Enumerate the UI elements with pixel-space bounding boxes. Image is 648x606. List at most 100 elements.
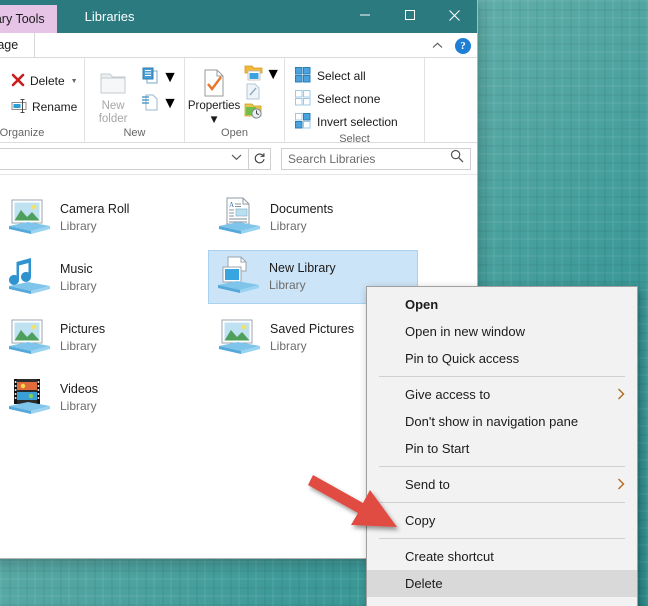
list-item-name: Camera Roll	[60, 202, 130, 217]
chevron-right-icon	[617, 478, 625, 492]
ribbon-group-open: Properties ▼ ▼ Open	[185, 58, 285, 142]
list-item-name: Videos	[60, 382, 98, 397]
list-item-type: Library	[270, 339, 307, 354]
svg-text:A: A	[229, 201, 234, 209]
collapse-ribbon-button[interactable]	[429, 40, 446, 52]
menu-item-open[interactable]: Open	[367, 291, 637, 318]
invert-selection-icon	[295, 112, 311, 132]
list-item-name: Music	[60, 262, 93, 277]
search-input[interactable]: Search Libraries	[281, 147, 471, 170]
close-button[interactable]	[432, 0, 477, 30]
tab-manage[interactable]: Manage	[0, 32, 36, 58]
list-item-type: Library	[60, 339, 97, 354]
new-item-button[interactable]: ▼	[141, 66, 178, 90]
address-input[interactable]	[0, 147, 249, 170]
list-item[interactable]: Videos Library	[0, 372, 206, 424]
pictures-library-icon	[6, 316, 52, 360]
ribbon: to ▼ to ▼ Delete ▼	[0, 58, 477, 145]
videos-library-icon	[6, 376, 52, 420]
easy-access-icon	[141, 93, 160, 116]
list-item[interactable]: Camera Roll Library	[0, 192, 206, 244]
search-placeholder: Search Libraries	[288, 151, 376, 166]
open-folder-button[interactable]: ▼	[244, 65, 282, 84]
ribbon-group-label-select: Select	[339, 133, 370, 145]
ribbon-group-label-organize: Organize	[0, 127, 45, 139]
maximize-button[interactable]	[387, 0, 432, 30]
menu-separator	[379, 466, 625, 467]
invert-selection-label: Invert selection	[317, 115, 398, 129]
search-icon[interactable]	[450, 149, 464, 168]
generic-library-icon	[215, 255, 261, 299]
list-item-type: Library	[60, 399, 97, 414]
rename-button[interactable]: Rename	[6, 94, 83, 120]
pictures-library-icon	[216, 316, 262, 360]
new-folder-icon	[98, 66, 128, 100]
list-item[interactable]: Pictures Library	[0, 312, 206, 364]
rename-icon	[11, 98, 27, 116]
select-none-icon	[295, 89, 311, 109]
title-bar: Library Tools Libraries	[0, 0, 477, 33]
context-menu: Open Open in new window Pin to Quick acc…	[366, 286, 638, 606]
menu-item-pin-to-start[interactable]: Pin to Start	[367, 435, 637, 462]
chevron-down-icon: ▼	[265, 66, 282, 83]
delete-button[interactable]: Delete ▼	[6, 68, 83, 94]
contextual-tab-library-tools[interactable]: Library Tools	[0, 5, 57, 33]
delete-label: Delete	[29, 74, 65, 88]
menu-separator	[379, 502, 625, 503]
ribbon-group-select: Select all Select none Invert selection …	[285, 58, 425, 145]
menu-item-rename[interactable]: Rename	[367, 597, 637, 606]
history-button[interactable]	[244, 102, 281, 124]
chevron-down-icon: ▼	[208, 114, 220, 127]
list-item-type: Library	[269, 278, 306, 293]
menu-separator	[379, 376, 625, 377]
menu-item-open-in-new-window[interactable]: Open in new window	[367, 318, 637, 345]
list-item[interactable]: A Documents Library	[210, 192, 416, 244]
window-controls	[342, 0, 477, 33]
history-icon	[244, 102, 263, 124]
list-item-type: Library	[60, 279, 97, 294]
minimize-button[interactable]	[342, 0, 387, 30]
list-item-name: Pictures	[60, 322, 106, 337]
ribbon-group-organize: to ▼ to ▼ Delete ▼	[0, 58, 85, 142]
new-folder-button[interactable]: New folder	[91, 64, 135, 126]
delete-x-icon	[11, 73, 25, 90]
easy-access-button[interactable]: ▼	[141, 92, 178, 116]
refresh-button[interactable]	[249, 147, 271, 170]
ribbon-group-label-new: New	[123, 127, 146, 139]
select-all-label: Select all	[317, 69, 366, 83]
select-none-button[interactable]: Select none	[295, 88, 380, 110]
contextual-tab-label: Library Tools	[0, 12, 45, 26]
chevron-down-icon[interactable]	[231, 153, 242, 164]
ribbon-tools: ?	[429, 33, 471, 58]
properties-label: Properties	[187, 100, 241, 112]
menu-item-dont-show-in-navigation-pane[interactable]: Don't show in navigation pane	[367, 408, 637, 435]
help-button[interactable]: ?	[455, 37, 471, 54]
list-item-type: Library	[270, 219, 307, 234]
menu-item-give-access-to[interactable]: Give access to	[367, 381, 637, 408]
documents-library-icon: A	[216, 196, 262, 240]
invert-selection-button[interactable]: Invert selection	[295, 111, 398, 133]
menu-item-delete[interactable]: Delete	[367, 570, 637, 597]
window-title: Libraries	[84, 9, 135, 24]
menu-item-pin-to-quick-access[interactable]: Pin to Quick access	[367, 345, 637, 372]
music-library-icon	[6, 256, 52, 300]
menu-item-copy[interactable]: Copy	[367, 507, 637, 534]
list-item-name: Saved Pictures	[270, 322, 355, 337]
list-item[interactable]: Music Library	[0, 252, 206, 304]
list-item-name: Documents	[270, 202, 334, 217]
menu-item-create-shortcut[interactable]: Create shortcut	[367, 543, 637, 570]
edit-button[interactable]	[244, 83, 281, 103]
select-all-button[interactable]: Select all	[295, 65, 366, 87]
ribbon-group-label-open: Open	[221, 127, 248, 140]
ribbon-group-new: New folder ▼ ▼ New	[85, 58, 185, 142]
rename-label: Rename	[31, 100, 78, 114]
list-item-type: Library	[60, 219, 97, 234]
menu-separator	[379, 538, 625, 539]
chevron-down-icon: ▼	[70, 77, 78, 85]
ribbon-filler	[425, 58, 477, 142]
new-item-icon	[141, 67, 160, 90]
properties-button[interactable]: Properties ▼	[188, 64, 240, 127]
chevron-right-icon	[617, 388, 625, 402]
new-folder-label: New folder	[98, 100, 128, 126]
menu-item-send-to[interactable]: Send to	[367, 471, 637, 498]
